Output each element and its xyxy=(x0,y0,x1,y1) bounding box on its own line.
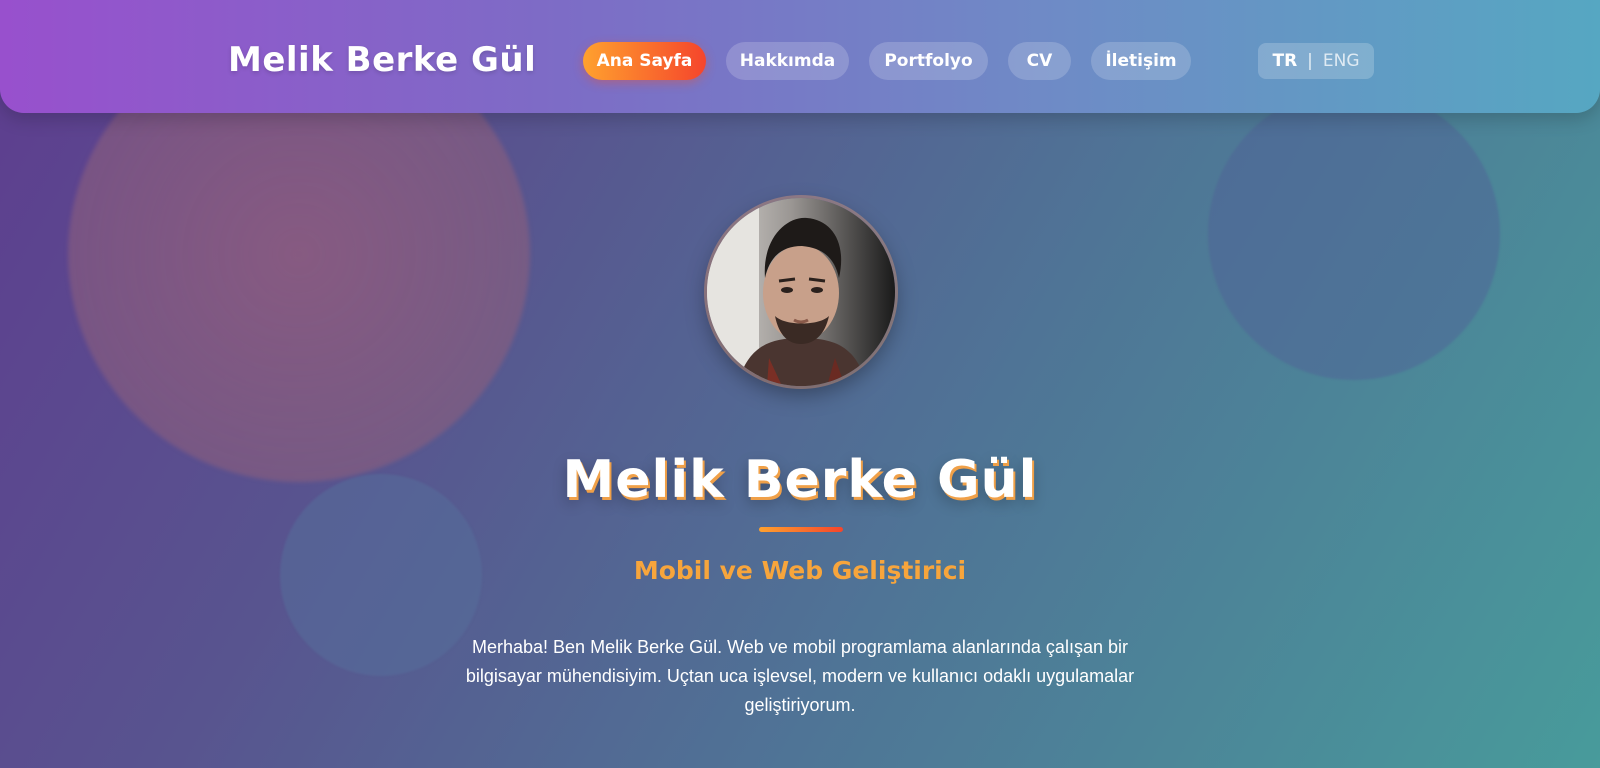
nav-item-home[interactable]: Ana Sayfa xyxy=(583,42,706,80)
lang-separator: | xyxy=(1307,51,1313,71)
profile-photo-icon xyxy=(707,198,895,386)
language-switcher: TR | ENG xyxy=(1258,43,1374,79)
nav-item-about[interactable]: Hakkımda xyxy=(726,42,849,80)
hero-name: Melik Berke Gül xyxy=(562,450,1038,510)
hero-subtitle: Mobil ve Web Geliştirici xyxy=(633,556,967,585)
background-blob-right xyxy=(1208,88,1500,380)
title-underline-divider xyxy=(759,527,843,532)
nav-item-portfolio[interactable]: Portfolyo xyxy=(869,42,988,80)
lang-eng-button[interactable]: ENG xyxy=(1323,51,1360,71)
brand-logo[interactable]: Melik Berke Gül xyxy=(228,40,536,80)
lang-tr-button[interactable]: TR xyxy=(1272,51,1297,71)
hero-intro-text: Merhaba! Ben Melik Berke Gül. Web ve mob… xyxy=(465,637,1135,715)
navbar: Melik Berke Gül Ana Sayfa Hakkımda Portf… xyxy=(0,0,1600,113)
profile-avatar xyxy=(707,198,895,386)
nav-item-cv[interactable]: CV xyxy=(1008,42,1071,80)
nav-item-contact[interactable]: İletişim xyxy=(1091,42,1191,80)
